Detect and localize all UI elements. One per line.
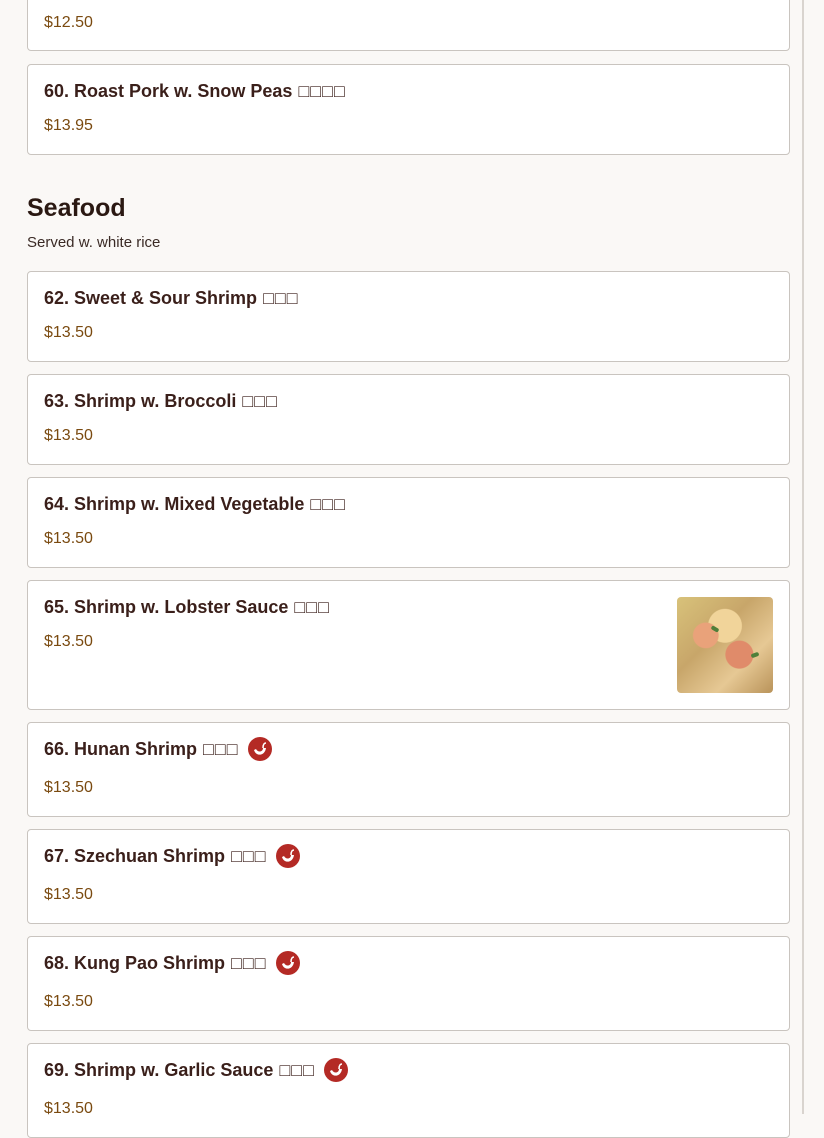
item-price: $13.50 <box>44 427 93 444</box>
item-title: 60. Roast Pork w. Snow Peas □□□□ <box>44 81 346 102</box>
item-title: 69. Shrimp w. Garlic Sauce □□□ <box>44 1058 349 1082</box>
chili-pepper-icon <box>275 844 300 868</box>
item-title: 64. Shrimp w. Mixed Vegetable □□□ <box>44 494 346 515</box>
item-price: $13.50 <box>44 779 93 796</box>
menu-item-card[interactable]: 63. Shrimp w. Broccoli □□□ $13.50 <box>27 374 790 465</box>
item-title: 66. Hunan Shrimp □□□ <box>44 737 272 761</box>
item-price: $13.95 <box>44 117 93 134</box>
item-chinese-name: □□□ <box>231 845 267 866</box>
chili-pepper-icon <box>275 951 300 975</box>
chili-pepper-icon <box>324 1058 349 1082</box>
item-name: 64. Shrimp w. Mixed Vegetable <box>44 494 305 514</box>
menu-item-card[interactable]: 64. Shrimp w. Mixed Vegetable □□□ $13.50 <box>27 477 790 568</box>
item-title: 62. Sweet & Sour Shrimp □□□ <box>44 288 299 309</box>
item-name: 69. Shrimp w. Garlic Sauce <box>44 1059 274 1080</box>
item-name: 66. Hunan Shrimp <box>44 738 198 759</box>
item-name: 65. Shrimp w. Lobster Sauce <box>44 597 289 617</box>
menu-item-card[interactable]: $12.50 <box>27 0 790 51</box>
menu-item-card[interactable]: 62. Sweet & Sour Shrimp □□□ $13.50 <box>27 271 790 362</box>
section-title: Seafood <box>27 194 126 222</box>
item-price: $13.50 <box>44 886 93 903</box>
section-subtitle: Served w. white rice <box>27 234 161 251</box>
menu-item-card[interactable]: 66. Hunan Shrimp □□□ $13.50 <box>27 722 790 817</box>
menu-item-card[interactable]: 60. Roast Pork w. Snow Peas □□□□ $13.95 <box>27 64 790 155</box>
item-title: 68. Kung Pao Shrimp □□□ <box>44 951 300 975</box>
item-name: 62. Sweet & Sour Shrimp <box>44 288 258 308</box>
item-title: 65. Shrimp w. Lobster Sauce □□□ <box>44 597 330 618</box>
item-title: 67. Szechuan Shrimp □□□ <box>44 844 300 868</box>
item-chinese-name: □□□ <box>310 494 347 514</box>
item-price: $13.50 <box>44 633 93 650</box>
chili-pepper-icon <box>247 737 272 761</box>
menu-item-card[interactable]: 68. Kung Pao Shrimp □□□ $13.50 <box>27 936 790 1031</box>
item-chinese-name: □□□ <box>231 952 267 973</box>
menu-item-card[interactable]: 67. Szechuan Shrimp □□□ $13.50 <box>27 829 790 924</box>
dish-photo[interactable] <box>677 597 773 693</box>
item-name: 67. Szechuan Shrimp <box>44 845 226 866</box>
item-name: 60. Roast Pork w. Snow Peas <box>44 81 293 101</box>
item-chinese-name: □□□ <box>279 1059 316 1080</box>
item-chinese-name: □□□ <box>294 597 331 617</box>
item-price: $13.50 <box>44 530 93 547</box>
menu-panel: $12.50 60. Roast Pork w. Snow Peas □□□□ … <box>0 0 804 1138</box>
menu-item-card[interactable]: 69. Shrimp w. Garlic Sauce □□□ $13.50 <box>27 1043 790 1138</box>
item-chinese-name: □□□□ <box>298 81 346 101</box>
item-chinese-name: □□□ <box>203 738 239 759</box>
menu-item-card[interactable]: 65. Shrimp w. Lobster Sauce □□□ $13.50 <box>27 580 790 710</box>
item-chinese-name: □□□ <box>242 391 279 411</box>
item-name: 68. Kung Pao Shrimp <box>44 952 226 973</box>
item-price: $13.50 <box>44 1100 93 1117</box>
item-price: $13.50 <box>44 993 93 1010</box>
item-price: $12.50 <box>44 14 93 31</box>
item-name: 63. Shrimp w. Broccoli <box>44 391 237 411</box>
item-chinese-name: □□□ <box>263 288 299 308</box>
item-title: 63. Shrimp w. Broccoli □□□ <box>44 391 278 412</box>
item-price: $13.50 <box>44 324 93 341</box>
